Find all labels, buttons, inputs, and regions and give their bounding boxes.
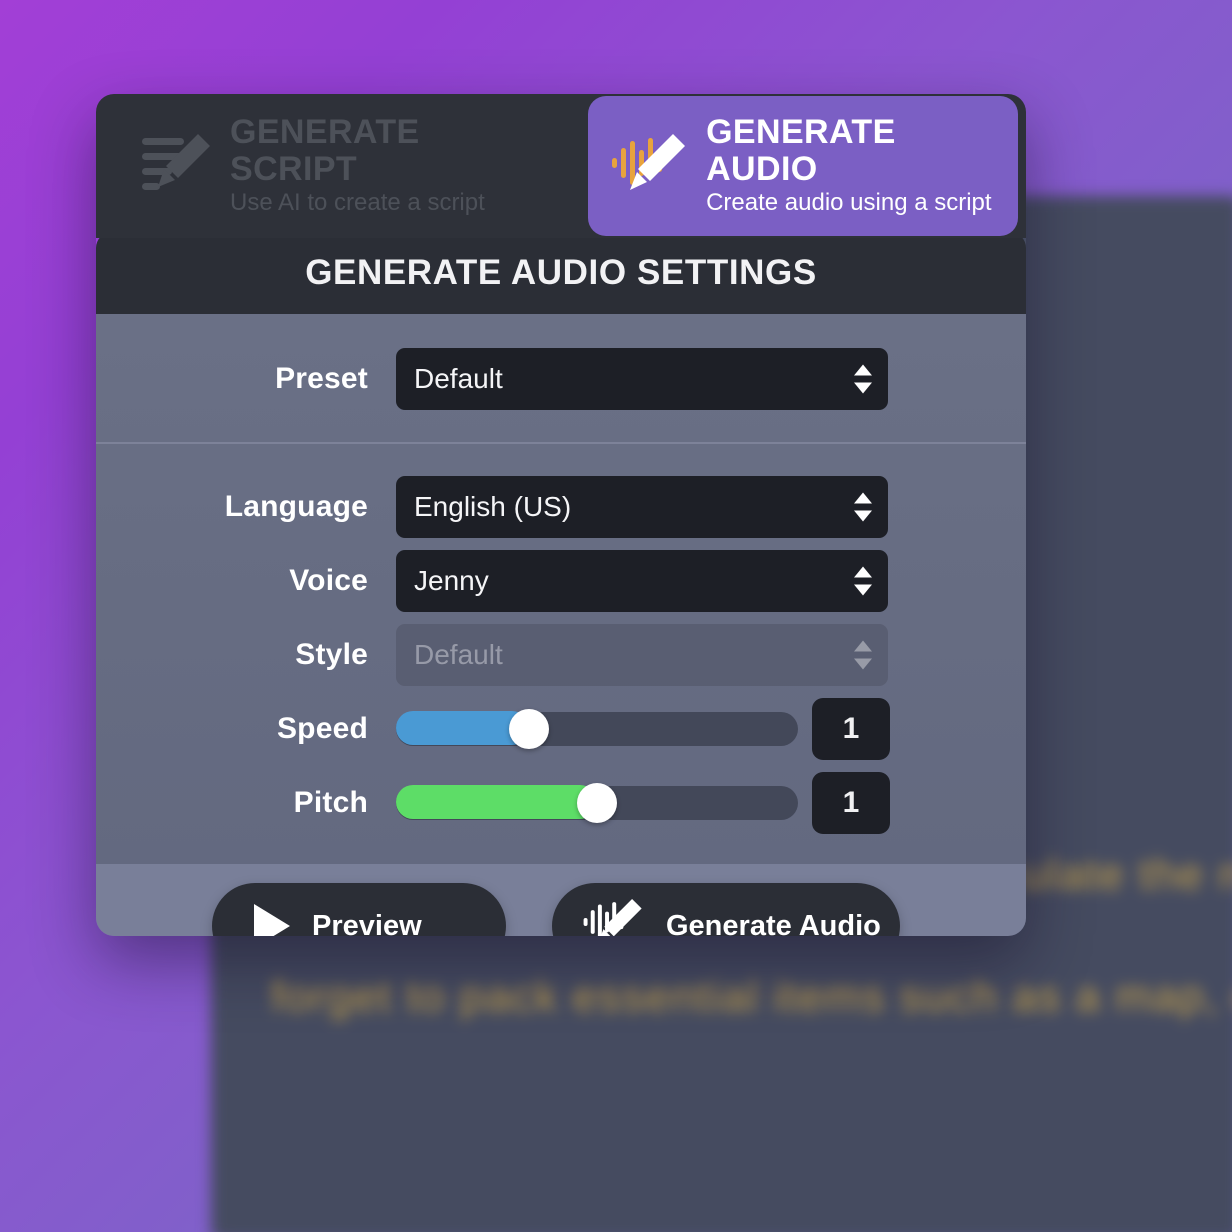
tab-subtitle: Use AI to create a script [230, 189, 485, 217]
row-language: Language English (US) [96, 470, 1026, 544]
chevron-down-icon[interactable] [854, 510, 872, 522]
tab-generate-audio[interactable]: GENERATE AUDIO Create audio using a scri… [588, 95, 1018, 237]
language-select[interactable]: English (US) [396, 476, 888, 538]
preview-button[interactable]: Preview [212, 883, 506, 936]
generate-audio-dialog: GENERATE SCRIPT Use AI to create a scrip… [96, 94, 1026, 936]
chevron-down-icon [854, 658, 872, 670]
chevron-down-icon[interactable] [854, 382, 872, 394]
preset-select[interactable]: Default [396, 348, 888, 410]
language-label: Language [224, 490, 368, 523]
preset-label: Preset [275, 362, 368, 395]
language-select-value: English (US) [414, 491, 572, 522]
tab-title: GENERATE AUDIO [706, 112, 896, 188]
chevron-up-icon[interactable] [854, 492, 872, 504]
pitch-slider-thumb[interactable] [577, 783, 617, 823]
row-pitch: Pitch 1 [96, 766, 1026, 840]
style-select-value: Default [414, 639, 503, 670]
background-text-line: forget to pack essential items such as a… [271, 972, 1232, 1021]
stepper-arrows-icon [854, 640, 872, 670]
row-style: Style Default [96, 618, 1026, 692]
settings-header: GENERATE AUDIO SETTINGS [96, 232, 1026, 314]
stepper-arrows-icon[interactable] [854, 492, 872, 522]
speed-slider-thumb[interactable] [508, 709, 549, 749]
mode-tab-bar: GENERATE SCRIPT Use AI to create a scrip… [96, 94, 1026, 238]
screen: n on hiking ·········· ···· ·· success. … [0, 0, 1232, 1232]
pitch-label: Pitch [293, 786, 368, 819]
tab-subtitle: Create audio using a script [706, 189, 992, 217]
speed-value: 1 [842, 712, 860, 745]
chevron-up-icon[interactable] [854, 566, 872, 578]
waveform-pencil-icon [610, 130, 688, 201]
dialog-footer: Preview Generate Audio [96, 864, 1026, 936]
voice-select-value: Jenny [414, 565, 489, 596]
speed-label: Speed [276, 712, 368, 745]
preset-section: Preset Default [96, 314, 1026, 442]
tab-generate-script[interactable]: GENERATE SCRIPT Use AI to create a scrip… [118, 98, 554, 234]
speed-value-box[interactable]: 1 [812, 698, 890, 760]
section-divider [96, 442, 1026, 444]
style-select: Default [396, 624, 888, 686]
chevron-down-icon[interactable] [854, 584, 872, 596]
chevron-up-icon [854, 640, 872, 652]
row-preset: Preset Default [96, 342, 1026, 416]
row-speed: Speed 1 [96, 692, 1026, 766]
settings-body: Preset Default Language English (US) Voi… [96, 314, 1026, 864]
tab-title: GENERATE SCRIPT [230, 112, 420, 188]
pitch-slider[interactable] [396, 783, 798, 823]
settings-title: GENERATE AUDIO SETTINGS [305, 253, 817, 292]
voice-settings-section: Language English (US) Voice Jenny Style … [96, 444, 1026, 864]
stepper-arrows-icon[interactable] [854, 566, 872, 596]
preview-button-label: Preview [312, 909, 422, 937]
speed-slider[interactable] [396, 709, 798, 749]
script-pencil-icon [140, 132, 212, 199]
voice-label: Voice [289, 564, 368, 597]
preset-select-value: Default [414, 363, 503, 394]
chevron-up-icon[interactable] [854, 364, 872, 376]
pitch-value: 1 [842, 786, 860, 819]
generate-audio-button-label: Generate Audio [666, 909, 881, 937]
voice-select[interactable]: Jenny [396, 550, 888, 612]
pitch-slider-fill [396, 785, 597, 819]
row-voice: Voice Jenny [96, 544, 1026, 618]
stepper-arrows-icon[interactable] [854, 364, 872, 394]
play-icon [254, 904, 290, 936]
waveform-pencil-icon [582, 895, 644, 936]
pitch-value-box[interactable]: 1 [812, 772, 890, 834]
style-label: Style [295, 638, 368, 671]
generate-audio-button[interactable]: Generate Audio [552, 883, 900, 936]
